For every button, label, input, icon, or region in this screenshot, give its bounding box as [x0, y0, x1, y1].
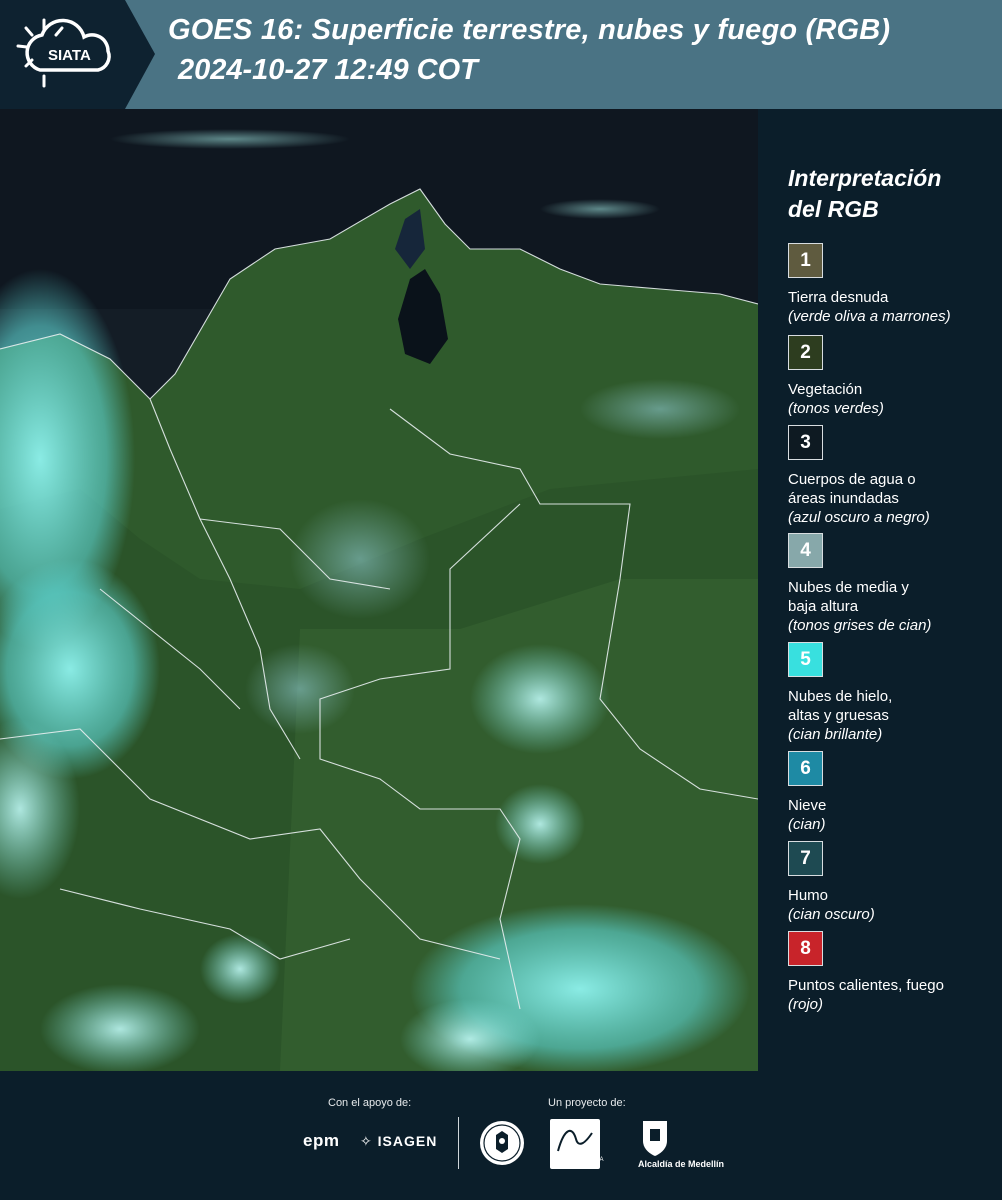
project-label: Un proyecto de:: [548, 1097, 626, 1109]
page-timestamp: 2024-10-27 12:49 COT: [178, 54, 478, 86]
satellite-map[interactable]: [0, 109, 758, 1071]
legend-note: (cian oscuro): [788, 906, 875, 923]
rgb-legend-panel: Interpretación del RGB 1 Tierra desnuda …: [760, 109, 1002, 1071]
logo-text: SIATA: [48, 47, 91, 64]
legend-note: (tonos verdes): [788, 400, 884, 417]
legend-label: Cuerpos de agua o áreas inundadas: [788, 471, 916, 507]
legend-note: (azul oscuro a negro): [788, 509, 930, 526]
legend-note: (cian brillante): [788, 726, 883, 743]
legend-swatch-bare-land: 1: [788, 243, 823, 278]
legend-item-2: 2 Vegetación (tonos verdes): [788, 335, 998, 418]
legend-label: Humo: [788, 887, 829, 904]
legend-label: Nubes de media y baja altura: [788, 579, 909, 615]
legend-label: Vegetación: [788, 381, 863, 398]
legend-note: (verde oliva a marrones): [788, 308, 951, 325]
siata-logo-shape: SIATA: [0, 0, 155, 109]
legend-label: Tierra desnuda: [788, 289, 889, 306]
legend-item-6: 6 Nieve (cian): [788, 751, 998, 834]
legend-item-5: 5 Nubes de hielo, altas y gruesas (cian …: [788, 642, 998, 744]
siata-logo[interactable]: SIATA: [0, 0, 155, 109]
legend-title: Interpretación del RGB: [788, 165, 942, 222]
legend-swatch-water: 3: [788, 425, 823, 460]
footer: Con el apoyo de: Un proyecto de: epm ✧ I…: [0, 1071, 1002, 1200]
legend-swatch-ice-clouds: 5: [788, 642, 823, 677]
epm-logo[interactable]: epm: [303, 1131, 339, 1151]
isagen-logo[interactable]: ✧ ISAGEN: [360, 1133, 437, 1150]
satellite-image: [0, 109, 758, 1071]
legend-swatch-fire: 8: [788, 931, 823, 966]
legend-item-3: 3 Cuerpos de agua o áreas inundadas (azu…: [788, 425, 998, 527]
legend-item-7: 7 Humo (cian oscuro): [788, 841, 998, 924]
legend-item-1: 1 Tierra desnuda (verde oliva a marrones…: [788, 243, 998, 326]
footer-divider: [458, 1117, 459, 1169]
legend-label: Puntos calientes, fuego: [788, 977, 944, 994]
alcaldia-text: Alcaldía de Medellín: [638, 1159, 725, 1169]
legend-note: (rojo): [788, 996, 824, 1013]
legend-swatch-smoke: 7: [788, 841, 823, 876]
legend-swatch-snow: 6: [788, 751, 823, 786]
legend-note: (cian): [788, 816, 826, 833]
alcaldia-shield-icon[interactable]: [640, 1117, 670, 1157]
legend-swatch-mid-low-clouds: 4: [788, 533, 823, 568]
university-seal-icon[interactable]: [478, 1119, 526, 1167]
area-metropolitana-text: METROPOLITANA Valle de Aburrá: [552, 1157, 604, 1169]
isagen-mark-icon: ✧: [360, 1133, 373, 1149]
area-script-icon: [557, 1129, 593, 1152]
header: SIATA GOES 16: Superficie terrestre, nub…: [0, 0, 1002, 109]
legend-item-8: 8 Puntos calientes, fuego (rojo): [788, 931, 998, 1014]
legend-swatch-vegetation: 2: [788, 335, 823, 370]
legend-label: Nieve: [788, 797, 827, 814]
legend-item-4: 4 Nubes de media y baja altura (tonos gr…: [788, 533, 998, 635]
support-label: Con el apoyo de:: [328, 1097, 412, 1109]
page-title: GOES 16: Superficie terrestre, nubes y f…: [168, 14, 891, 46]
legend-note: (tonos grises de cian): [788, 617, 932, 634]
legend-label: Nubes de hielo, altas y gruesas: [788, 688, 893, 724]
